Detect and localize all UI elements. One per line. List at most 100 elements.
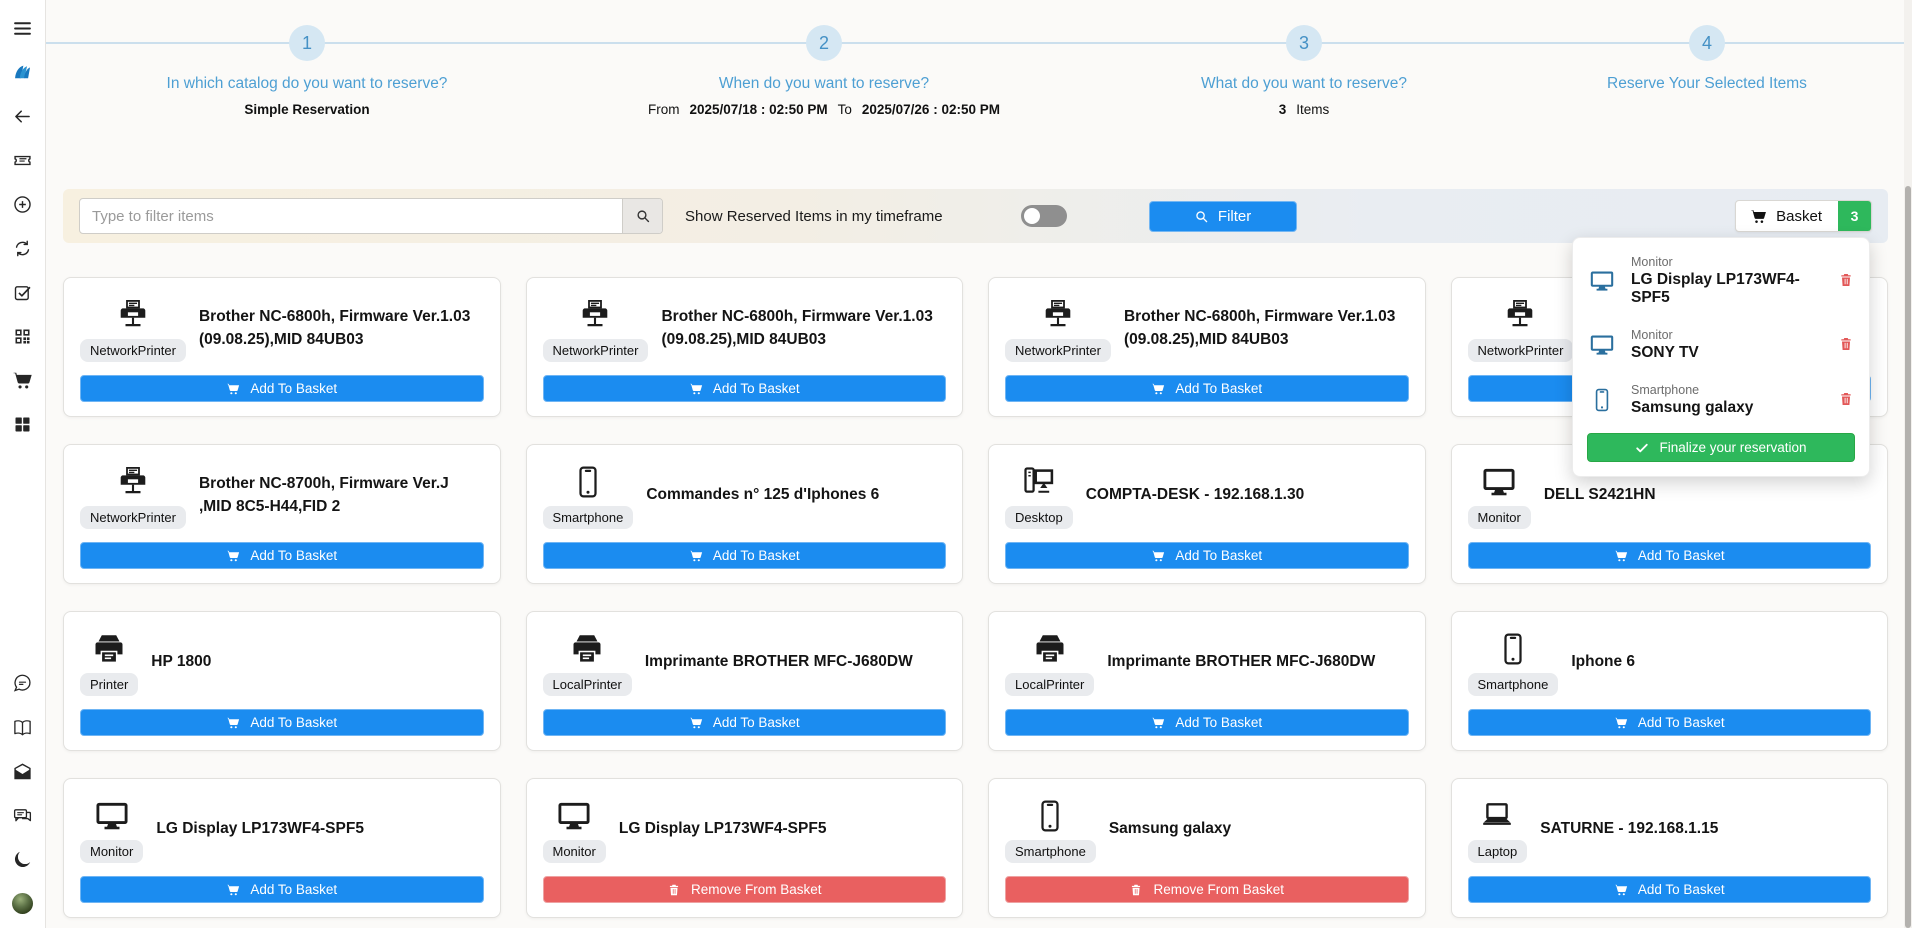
sync-icon bbox=[12, 238, 33, 259]
category-tag: Smartphone bbox=[1468, 673, 1559, 696]
item-title: Brother NC-8700h, Firmware Ver.J ,MID 8C… bbox=[199, 473, 484, 518]
item-title: Commandes n° 125 d'Iphones 6 bbox=[646, 484, 883, 506]
add-to-basket-button[interactable]: Add To Basket bbox=[1468, 876, 1872, 903]
basket-item-name: LG Display LP173WF4-SPF5 bbox=[1631, 271, 1837, 307]
grid-button[interactable] bbox=[12, 414, 33, 435]
cart-button[interactable] bbox=[12, 370, 33, 391]
add-to-basket-button[interactable]: Add To Basket bbox=[543, 375, 947, 402]
book-button[interactable] bbox=[12, 717, 33, 738]
chat-button[interactable] bbox=[12, 805, 33, 826]
basket-item-remove-button[interactable] bbox=[1837, 390, 1855, 410]
ticket-button[interactable] bbox=[12, 150, 33, 171]
mail-button[interactable] bbox=[12, 761, 33, 782]
add-to-basket-button[interactable]: Add To Basket bbox=[80, 375, 484, 402]
subtitle-part: Simple Reservation bbox=[244, 102, 369, 118]
basket-item-text: MonitorSONY TV bbox=[1631, 328, 1699, 362]
stepper-step-4: 4Reserve Your Selected Items bbox=[1472, 25, 1912, 118]
button-label: Add To Basket bbox=[1638, 548, 1725, 563]
card-left: NetworkPrinter bbox=[543, 296, 649, 362]
cart-icon bbox=[689, 716, 703, 730]
category-tag: Smartphone bbox=[1005, 840, 1096, 863]
remove-from-basket-button[interactable]: Remove From Basket bbox=[1005, 876, 1409, 903]
item-title: Imprimante BROTHER MFC-J680DW bbox=[1107, 651, 1379, 673]
item-card: NetworkPrinterBrother NC-6800h, Firmware… bbox=[63, 277, 501, 417]
finalize-reservation-button[interactable]: Finalize your reservation bbox=[1587, 433, 1855, 462]
book-icon bbox=[12, 717, 33, 738]
stepper-step-1: 1In which catalog do you want to reserve… bbox=[72, 25, 542, 118]
item-card: MonitorLG Display LP173WF4-SPF5Remove Fr… bbox=[526, 778, 964, 918]
basket-item-text: MonitorLG Display LP173WF4-SPF5 bbox=[1631, 255, 1837, 307]
basket-button[interactable]: Basket 3 bbox=[1735, 200, 1872, 232]
comment-button[interactable] bbox=[12, 673, 33, 694]
smartphone-icon bbox=[1490, 630, 1536, 668]
cart-icon bbox=[226, 716, 240, 730]
add-to-basket-button[interactable]: Add To Basket bbox=[1468, 709, 1872, 736]
trash-icon bbox=[1129, 883, 1143, 897]
cart-icon bbox=[226, 382, 240, 396]
basket-item-remove-button[interactable] bbox=[1837, 335, 1855, 355]
card-top: SmartphoneCommandes n° 125 d'Iphones 6 bbox=[543, 457, 947, 534]
item-title: Brother NC-6800h, Firmware Ver.1.03 (09.… bbox=[661, 306, 946, 351]
card-left: NetworkPrinter bbox=[1468, 296, 1574, 362]
item-card: SmartphoneSamsung galaxyRemove From Bask… bbox=[988, 778, 1426, 918]
filter-input[interactable] bbox=[80, 199, 622, 233]
stepper-step-3: 3What do you want to reserve?3Items bbox=[1069, 25, 1539, 118]
add-to-basket-button[interactable]: Add To Basket bbox=[1005, 709, 1409, 736]
search-button[interactable] bbox=[622, 199, 662, 233]
add-to-basket-button[interactable]: Add To Basket bbox=[1468, 542, 1872, 569]
user-avatar[interactable] bbox=[12, 893, 33, 914]
smartphone-icon bbox=[1027, 797, 1073, 835]
basket-item: MonitorLG Display LP173WF4-SPF5 bbox=[1587, 244, 1855, 317]
check-square-button[interactable] bbox=[12, 282, 33, 303]
trash-icon bbox=[667, 883, 681, 897]
monitor-icon bbox=[89, 797, 135, 835]
search-icon bbox=[1194, 209, 1209, 224]
scrollbar[interactable] bbox=[1904, 0, 1912, 928]
step-number: 1 bbox=[289, 25, 325, 61]
moon-button[interactable] bbox=[12, 849, 33, 870]
monitor-icon bbox=[1587, 332, 1617, 358]
category-tag: NetworkPrinter bbox=[80, 339, 186, 362]
add-to-basket-button[interactable]: Add To Basket bbox=[1005, 375, 1409, 402]
item-card: SmartphoneCommandes n° 125 d'Iphones 6 Ad… bbox=[526, 444, 964, 584]
step-subtitle: From2025/07/18 : 02:50 PMTo2025/07/26 : … bbox=[589, 102, 1059, 118]
remove-from-basket-button[interactable]: Remove From Basket bbox=[543, 876, 947, 903]
filter-button-label: Filter bbox=[1218, 208, 1251, 225]
moon-icon bbox=[12, 849, 33, 870]
filter-button[interactable]: Filter bbox=[1149, 201, 1297, 232]
cart-icon bbox=[1151, 382, 1165, 396]
item-card: MonitorLG Display LP173WF4-SPF5Add To Ba… bbox=[63, 778, 501, 918]
basket-item: SmartphoneSamsung galaxy bbox=[1587, 372, 1855, 427]
qr-code-button[interactable] bbox=[12, 326, 33, 347]
add-to-basket-button[interactable]: Add To Basket bbox=[80, 876, 484, 903]
card-left: NetworkPrinter bbox=[80, 463, 186, 529]
add-to-basket-button[interactable]: Add To Basket bbox=[543, 709, 947, 736]
cart-icon bbox=[689, 382, 703, 396]
menu-button[interactable] bbox=[12, 18, 33, 39]
trash-icon bbox=[1838, 390, 1854, 408]
show-reserved-toggle[interactable] bbox=[1021, 205, 1067, 227]
back-arrow-button[interactable] bbox=[12, 106, 33, 127]
plus-circle-button[interactable] bbox=[12, 194, 33, 215]
sync-button[interactable] bbox=[12, 238, 33, 259]
item-title: HP 1800 bbox=[151, 651, 215, 673]
basket-dropdown: MonitorLG Display LP173WF4-SPF5 MonitorSO… bbox=[1572, 237, 1870, 477]
category-tag: Monitor bbox=[80, 840, 143, 863]
category-tag: Monitor bbox=[543, 840, 606, 863]
add-to-basket-button[interactable]: Add To Basket bbox=[543, 542, 947, 569]
sidebar-top-icons bbox=[12, 18, 33, 435]
smartphone-icon bbox=[565, 463, 611, 501]
monitor-icon bbox=[1587, 268, 1617, 294]
card-left: NetworkPrinter bbox=[80, 296, 186, 362]
item-title: Iphone 6 bbox=[1571, 651, 1639, 673]
smartphone-icon bbox=[1587, 387, 1617, 413]
add-to-basket-button[interactable]: Add To Basket bbox=[80, 709, 484, 736]
laptop-icon bbox=[1474, 797, 1520, 835]
add-to-basket-button[interactable]: Add To Basket bbox=[1005, 542, 1409, 569]
basket-item-remove-button[interactable] bbox=[1837, 271, 1855, 291]
add-to-basket-button[interactable]: Add To Basket bbox=[80, 542, 484, 569]
item-card: Smartphone Iphone 6 Add To Basket bbox=[1451, 611, 1889, 751]
scrollbar-thumb[interactable] bbox=[1905, 186, 1911, 928]
app-logo-button[interactable] bbox=[12, 62, 33, 83]
monitor-icon bbox=[551, 797, 597, 835]
